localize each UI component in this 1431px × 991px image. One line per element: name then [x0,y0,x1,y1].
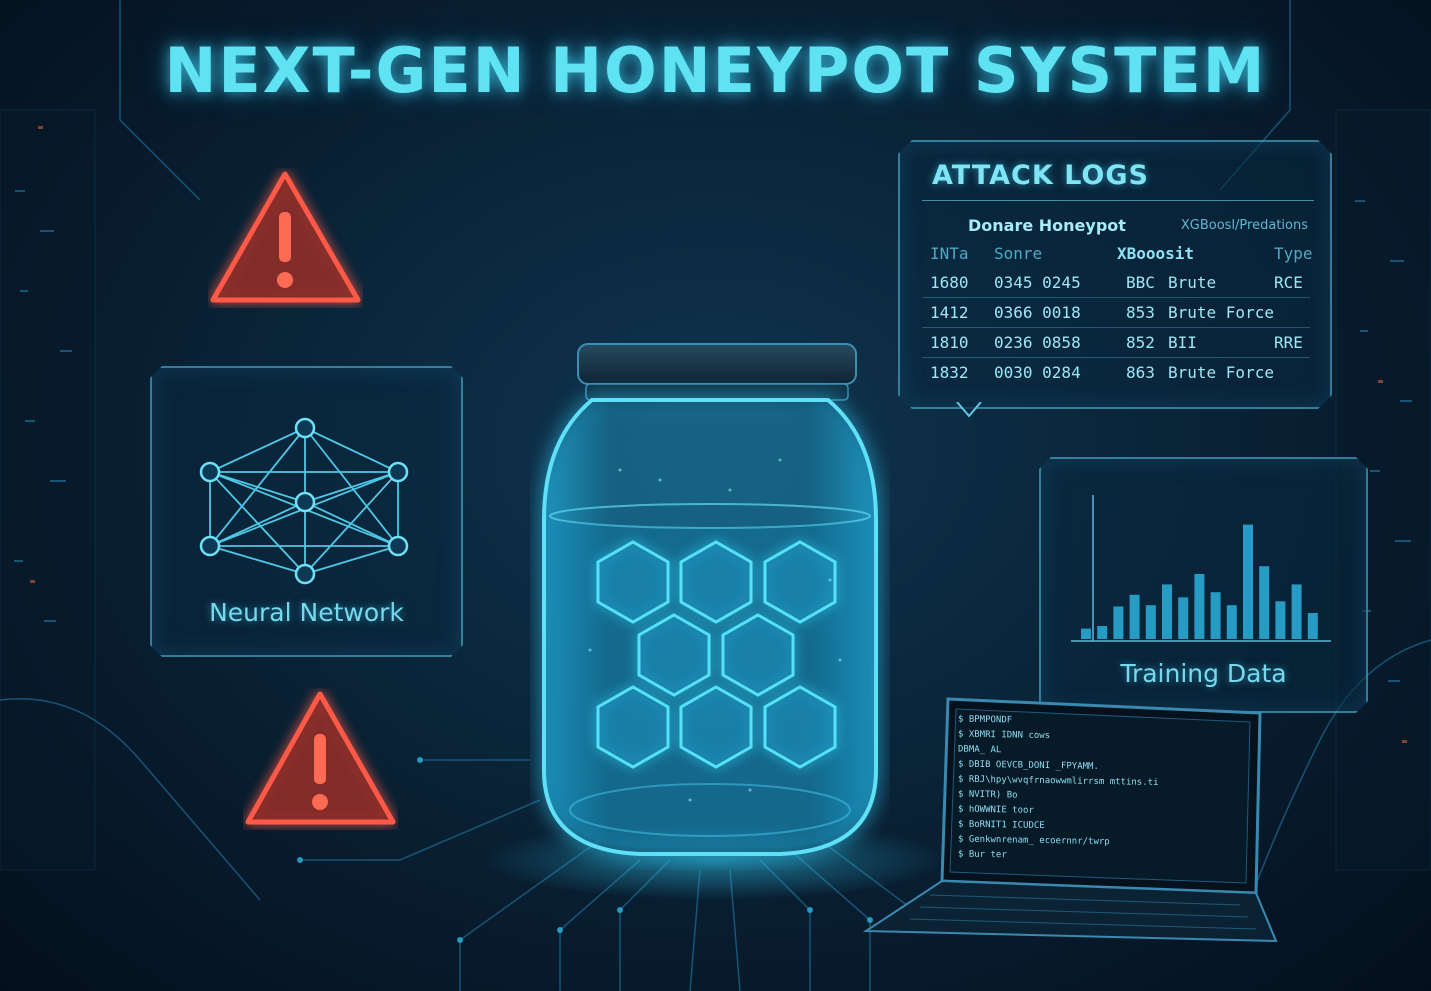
log-cell: 0236 0858 [994,333,1081,352]
divider [922,200,1314,201]
terminal-output: $ BPMPONDF $ XBMRI IDNN cows DBMA_ AL $ … [958,713,1243,878]
chart-bar [1130,595,1140,639]
chart-bar [1292,584,1302,639]
chart-bar [1227,605,1237,639]
chart-bar [1097,626,1107,639]
log-cell: RCE [1274,273,1303,292]
log-cell: BBC [1126,273,1155,292]
column-header: XBooosit [1117,244,1195,263]
log-cell: 853 [1126,303,1155,322]
log-cell: 0030 0284 [994,363,1081,382]
column-header: Type [1274,244,1313,263]
neural-network-label: Neural Network [209,598,404,627]
column-header: INTa [930,244,969,263]
logs-subtitle-right: XGBoosl/Predations [1180,218,1308,233]
column-header: Sonre [994,244,1043,263]
chart-bar [1211,592,1221,639]
attack-logs-title: ATTACK LOGS [932,160,1149,191]
chart-bar [1178,597,1188,639]
log-cell: 1832 [930,363,969,382]
chart-bar [1162,584,1172,639]
table-row: 1832 0030 0284 863 Brute Force [922,357,1310,387]
warning-icon [210,171,361,303]
chart-bar [1081,629,1091,639]
training-data-panel: Training Data [1039,457,1368,713]
chart-bar [1146,605,1156,639]
chart-bar [1113,607,1123,640]
log-cell: 863 [1126,363,1155,382]
chart-bar [1243,525,1253,639]
log-cell: Brute Force [1168,303,1274,322]
log-cell: 0366 0018 [994,303,1081,322]
chart-bar [1259,566,1269,639]
log-cell: 852 [1126,333,1155,352]
chart-bar [1194,574,1204,639]
training-data-label: Training Data [1120,659,1287,688]
log-cell: 1412 [930,303,969,322]
table-row: 1680 0345 0245 BBC Brute RCE [922,267,1310,298]
chart-bar [1275,601,1285,639]
table-row: 1412 0366 0018 853 Brute Force [922,297,1310,328]
honeypot-jar-icon [542,343,878,856]
log-cell: 0345 0245 [994,273,1081,292]
warning-icon [245,691,396,825]
log-cell: BII [1168,333,1197,352]
page-title: NEXT-GEN HONEYPOT SYSTEM [164,34,1267,107]
logs-subtitle-left: Donare Honeypot [968,216,1126,235]
log-cell: 1810 [930,333,969,352]
callout-pointer [956,402,982,418]
log-cell: Brute [1168,273,1217,292]
training-data-chart [1041,459,1366,659]
log-cell: 1680 [930,273,969,292]
neural-network-panel: Neural Network [150,366,463,657]
attack-logs-panel: ATTACK LOGS Donare Honeypot XGBoosl/Pred… [898,140,1332,409]
log-cell: Brute Force [1168,363,1274,382]
neural-network-icon [192,408,422,588]
log-cell: RRE [1274,333,1303,352]
chart-bar [1308,613,1318,639]
table-row: 1810 0236 0858 852 BII RRE [922,327,1310,358]
